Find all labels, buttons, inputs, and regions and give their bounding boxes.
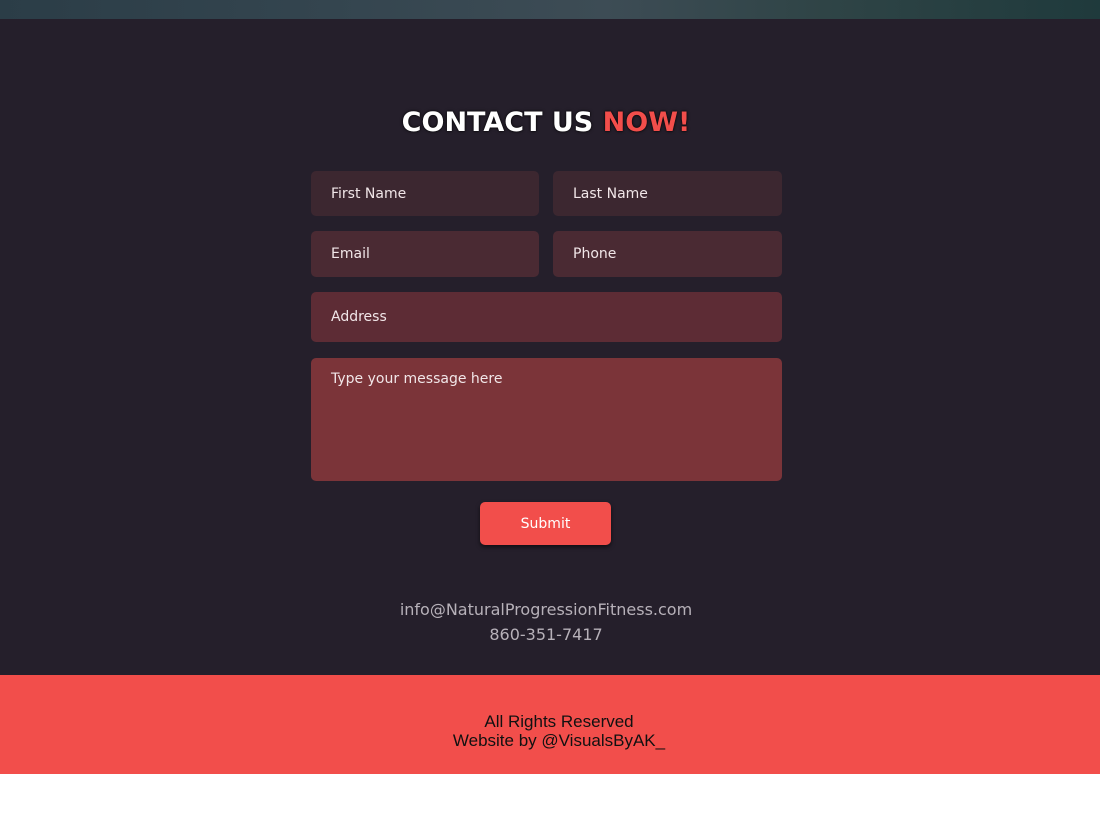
phone-link[interactable]: 860-351-7417 [0,622,1092,647]
email-input[interactable] [311,231,539,277]
contact-section: CONTACT US NOW! Submit info@NaturalProgr… [0,19,1100,675]
last-name-input[interactable] [553,171,782,216]
contact-info: info@NaturalProgressionFitness.com 860-3… [0,597,1092,647]
message-textarea[interactable] [311,358,782,481]
submit-button[interactable]: Submit [480,502,611,545]
contact-heading: CONTACT US NOW! [0,107,1092,138]
hero-image-bottom-edge [0,0,1100,19]
contact-heading-accent: NOW! [602,107,691,138]
contact-heading-main: CONTACT US [401,107,594,138]
footer-text: All Rights Reserved Website by @VisualsB… [0,712,1100,750]
first-name-input[interactable] [311,171,539,216]
footer-credit: Website by @VisualsByAK_ [452,731,666,750]
footer-rights: All Rights Reserved [484,712,634,731]
email-link[interactable]: info@NaturalProgressionFitness.com [0,597,1092,622]
address-input[interactable] [311,292,782,342]
phone-input[interactable] [553,231,782,277]
footer: All Rights Reserved Website by @VisualsB… [0,675,1100,774]
